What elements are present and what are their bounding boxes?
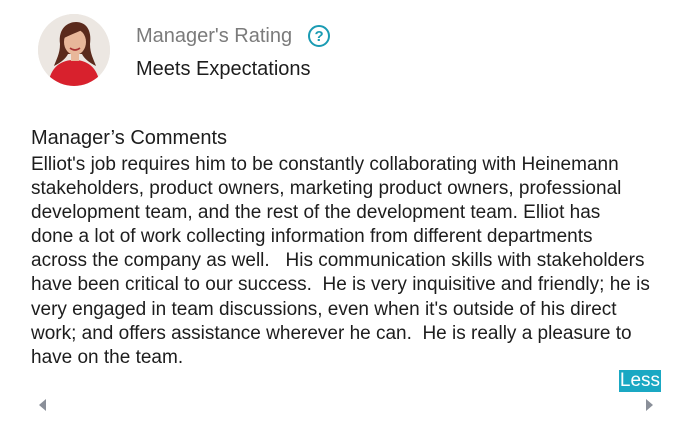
- rating-title: Manager's Rating: [136, 24, 293, 47]
- rating-value: Meets Expectations: [136, 58, 311, 80]
- rating-title-row: Manager's Rating ?: [136, 18, 331, 54]
- next-arrow-icon[interactable]: [642, 398, 656, 412]
- avatar: [38, 14, 110, 86]
- less-button[interactable]: Less: [619, 370, 661, 392]
- comments-body: Elliot's job requires him to be constant…: [31, 154, 650, 368]
- rating-header: Manager's Rating ? Meets Expectations: [38, 14, 658, 90]
- comments-title: Manager’s Comments: [31, 127, 228, 149]
- question-circle-icon[interactable]: ?: [308, 25, 331, 47]
- previous-arrow-icon[interactable]: [36, 398, 50, 412]
- comments-section: Manager’s Comments Elliot's job requires…: [31, 124, 671, 370]
- rating-block: Manager's Rating ? Meets Expectations: [136, 18, 331, 81]
